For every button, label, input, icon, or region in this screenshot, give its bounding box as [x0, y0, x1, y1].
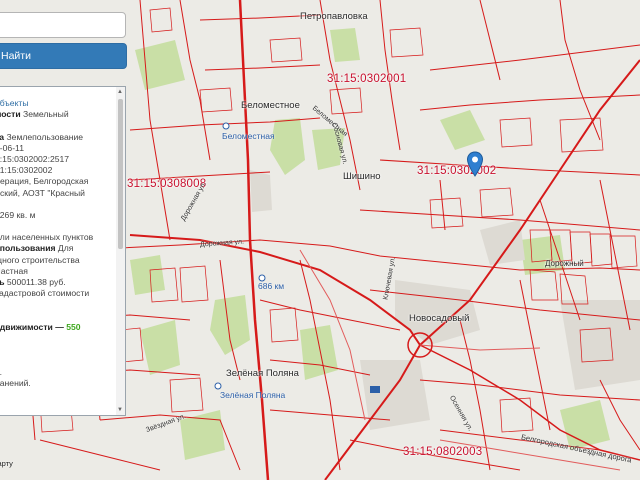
place-label: Беломестное — [241, 100, 300, 111]
info-row: 1:15:0302002:2517 — [0, 154, 111, 165]
info-row: ка Землепользование — [0, 132, 111, 143]
info-panel-content: объектымости Земельный ка Землепользовани… — [0, 98, 111, 389]
cadastral-label: 31:15:0802003 — [403, 446, 483, 458]
info-row — [0, 311, 111, 322]
info-row: объекты — [0, 98, 111, 109]
info-row — [0, 344, 111, 355]
place-label: Дорожный — [545, 259, 584, 268]
place-label: Новосадовый — [409, 313, 470, 324]
info-value: щного строительства — [0, 254, 80, 265]
bottom-note: карту — [0, 459, 13, 468]
info-row: Частная — [0, 266, 111, 277]
info-row — [0, 299, 111, 310]
info-row: или населенных пунктов — [0, 232, 111, 243]
info-row — [0, 120, 111, 131]
info-value: Для — [55, 243, 74, 254]
station-label: 686 км — [258, 281, 285, 291]
station-label: Зелёная Поляна — [220, 390, 286, 400]
info-row: дерация, Белгородская — [0, 176, 111, 187]
info-row: щного строительства — [0, 255, 111, 266]
info-row: мости Земельный — [0, 109, 111, 120]
info-value: 1:15:0302002:2517 — [0, 153, 70, 164]
info-row: в. — [0, 367, 111, 378]
search-button[interactable]: Найти — [0, 43, 127, 69]
info-row — [0, 333, 111, 344]
info-key: спользования — [0, 243, 56, 254]
cadastral-label: 31:15:0302001 — [327, 73, 407, 85]
cadastral-label: 31:15:0302002 — [417, 165, 497, 177]
cadastral-label: 31:15:0308008 — [127, 178, 207, 190]
info-value: дский, АОЗТ "Красный — [0, 187, 85, 198]
info-value: 31:15:0302002 — [0, 165, 53, 176]
info-value: в. — [0, 367, 2, 377]
scroll-up-icon[interactable]: ▲ — [117, 88, 123, 96]
info-panel[interactable]: объектымости Земельный ка Землепользовани… — [0, 86, 126, 416]
map-pin-icon[interactable] — [466, 151, 484, 177]
info-value: дерация, Белгородская — [0, 176, 89, 187]
info-value: или населенных пунктов — [0, 232, 94, 243]
panel-scrollbar[interactable]: ▲ ▼ — [116, 87, 125, 415]
info-value: 5-06-11 — [0, 142, 24, 153]
scroll-down-icon[interactable]: ▼ — [117, 406, 123, 414]
info-value: кадастровой стоимости — [0, 288, 90, 299]
station-label: Беломестная — [222, 131, 275, 141]
place-label: Петропавловка — [300, 11, 368, 22]
info-value: ранений. — [0, 377, 31, 388]
info-row: ть 500011.38 руб. — [0, 277, 111, 288]
info-row: спользования Для — [0, 243, 111, 254]
info-row: едвижимости — 550 — [0, 322, 111, 333]
info-row: 1269 кв. м — [0, 210, 111, 221]
info-value: Частная — [0, 265, 28, 276]
info-row: 5-06-11 — [0, 143, 111, 154]
info-key: едвижимости — — [0, 321, 64, 332]
scroll-thumb[interactable] — [118, 99, 123, 249]
info-row: кадастровой стоимости — [0, 288, 111, 299]
info-row: дский, АОЗТ "Красный — [0, 188, 111, 199]
info-value: 550 — [63, 321, 81, 332]
info-row: ранений. — [0, 378, 111, 389]
info-row — [0, 355, 111, 366]
info-title: объекты — [0, 98, 29, 108]
search-input[interactable] — [0, 12, 126, 38]
place-label: Шишино — [343, 171, 381, 182]
place-label: Зелёная Поляна — [226, 368, 299, 379]
info-key: мости — [0, 109, 21, 120]
info-value: Земельный — [20, 109, 69, 120]
info-row: 8 — [0, 199, 111, 210]
info-row: 31:15:0302002 — [0, 165, 111, 176]
info-value: 1269 кв. м — [0, 209, 36, 220]
info-row — [0, 221, 111, 232]
info-value: Землепользование — [4, 131, 84, 142]
info-value: 500011.38 руб. — [4, 277, 66, 287]
